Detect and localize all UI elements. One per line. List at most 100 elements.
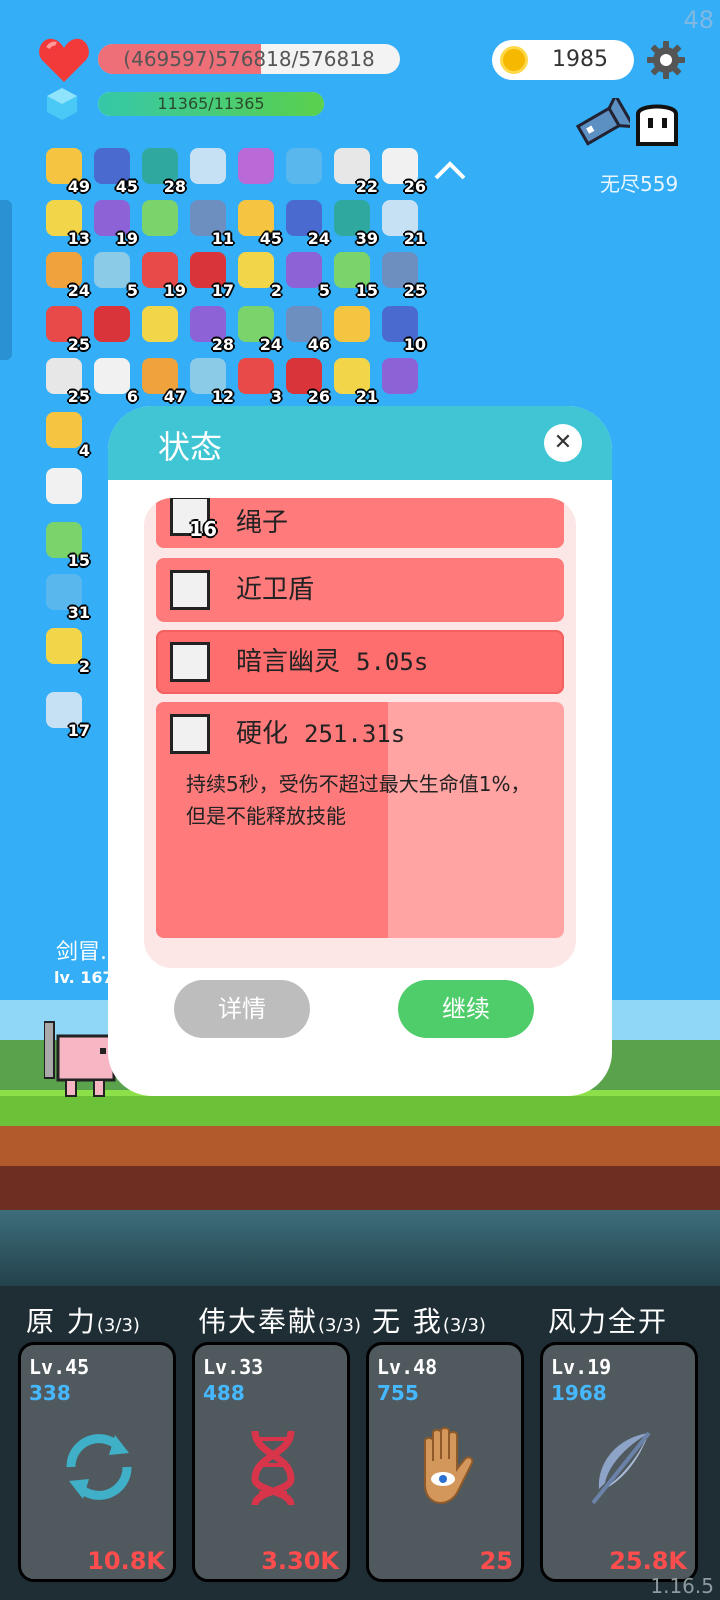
buff-slot[interactable]: 10 [378, 304, 426, 354]
buff-slot[interactable] [282, 146, 326, 190]
skill-mana: 338 [29, 1381, 71, 1405]
buff-count: 45 [115, 177, 138, 196]
gear-icon[interactable] [646, 40, 686, 80]
buff-slot[interactable]: 46 [282, 304, 330, 354]
buff-count: 26 [403, 177, 426, 196]
buff-slot[interactable]: 3 [234, 356, 282, 406]
buff-slot[interactable]: 26 [378, 146, 426, 196]
buff-count: 26 [307, 387, 330, 406]
skill-name: 伟大奉献 [198, 1305, 319, 1338]
status-row-shadow-ghost[interactable]: 暗言幽灵 5.05s [156, 630, 564, 694]
skill-uses: (3/3) [442, 1315, 486, 1336]
buff-count: 24 [307, 229, 330, 248]
buff-slot[interactable]: 21 [330, 356, 378, 406]
buff-slot[interactable]: 45 [90, 146, 138, 196]
modal-header: 状态 ✕ [108, 406, 612, 480]
buff-count: 21 [403, 229, 426, 248]
skill-title-3: 无 我(3/3) [372, 1300, 486, 1340]
buff-slot[interactable]: 2 [234, 250, 282, 300]
buff-slot[interactable]: 19 [138, 250, 186, 300]
buff-slot[interactable]: 4 [42, 410, 90, 460]
skill-cost: 10.8K [87, 1547, 165, 1575]
skill-card-windforce[interactable]: Lv.19 1968 25.8K [540, 1342, 698, 1582]
skill-card-devotion[interactable]: Lv.33 488 3.30K [192, 1342, 350, 1582]
buff-slot[interactable]: 12 [186, 356, 234, 406]
buff-icon [286, 148, 322, 184]
skill-card-force[interactable]: Lv.45 338 10.8K [18, 1342, 176, 1582]
buff-slot[interactable]: 6 [90, 356, 138, 406]
buff-slot[interactable]: 11 [186, 198, 234, 248]
status-description: 持续5秒，受伤不超过最大生命值1%，但是不能释放技能 [186, 772, 531, 828]
buff-slot[interactable]: 24 [282, 198, 330, 248]
buff-slot[interactable]: 15 [42, 520, 90, 570]
shield-icon [170, 570, 210, 610]
buff-count: 28 [211, 335, 234, 354]
buff-slot[interactable]: 17 [42, 690, 90, 740]
buff-slot[interactable] [90, 304, 134, 348]
player-level: lv. 167 [54, 968, 114, 987]
buff-slot[interactable]: 45 [234, 198, 282, 248]
ground-dirt-dark [0, 1166, 720, 1214]
buff-slot[interactable]: 2 [42, 626, 90, 676]
shield-icon [170, 642, 210, 682]
buff-slot[interactable]: 28 [186, 304, 234, 354]
skill-title-1: 原 力(3/3) [26, 1300, 140, 1340]
buff-slot[interactable]: 19 [90, 198, 138, 248]
status-row-rope[interactable]: 16 绳子 [156, 498, 564, 548]
buff-slot[interactable]: 28 [138, 146, 186, 196]
buff-slot[interactable]: 24 [234, 304, 282, 354]
buff-slot[interactable]: 21 [378, 198, 426, 248]
status-row-guard-shield[interactable]: 近卫盾 [156, 558, 564, 622]
buff-icon [94, 306, 130, 342]
ghost-icon[interactable] [632, 100, 682, 148]
buff-slot[interactable]: 25 [42, 304, 90, 354]
buff-slot[interactable] [378, 356, 422, 400]
mana-bar: 11365/11365 [98, 92, 324, 116]
buff-count: 5 [126, 281, 138, 300]
buff-icon [334, 306, 370, 342]
buff-slot[interactable]: 13 [42, 198, 90, 248]
buff-count: 17 [67, 721, 90, 740]
buff-slot[interactable] [138, 198, 182, 242]
buff-slot[interactable]: 25 [42, 356, 90, 406]
buff-slot[interactable] [234, 146, 278, 190]
buff-icon [238, 358, 274, 394]
buff-slot[interactable]: 26 [282, 356, 330, 406]
details-button[interactable]: 详情 [174, 980, 310, 1038]
buff-slot[interactable] [138, 304, 182, 348]
cycle-icon [66, 1434, 132, 1500]
buff-slot[interactable] [186, 146, 230, 190]
buff-slot[interactable]: 15 [330, 250, 378, 300]
mana-text: 11365/11365 [157, 94, 265, 113]
buff-slot[interactable]: 5 [282, 250, 330, 300]
fish-icon[interactable] [574, 98, 630, 150]
buff-slot[interactable]: 24 [42, 250, 90, 300]
buff-slot[interactable]: 22 [330, 146, 378, 196]
status-list[interactable]: 16 绳子 近卫盾 暗言幽灵 5.05s 硬化 251.31s 持续5秒，受伤不超过… [144, 498, 576, 968]
skill-cost: 3.30K [261, 1547, 339, 1575]
buff-slot[interactable] [330, 304, 374, 348]
buff-slot[interactable] [42, 466, 86, 510]
buff-slot[interactable]: 47 [138, 356, 186, 406]
buff-slot[interactable]: 5 [90, 250, 138, 300]
coin-counter[interactable]: 1985 [492, 40, 634, 80]
buff-count: 4 [78, 441, 90, 460]
status-name: 近卫盾 [236, 575, 315, 605]
continue-button[interactable]: 继续 [398, 980, 534, 1038]
skill-uses: (3/3) [96, 1315, 140, 1336]
close-button[interactable]: ✕ [544, 424, 582, 462]
buff-slot[interactable]: 49 [42, 146, 90, 196]
chevron-up-icon[interactable] [432, 158, 468, 182]
buff-slot[interactable]: 31 [42, 572, 90, 622]
side-drawer-tab[interactable] [0, 200, 12, 360]
skill-level: Lv.45 [29, 1355, 90, 1379]
buff-slot[interactable]: 17 [186, 250, 234, 300]
buff-slot[interactable]: 25 [378, 250, 426, 300]
skill-card-selfless[interactable]: Lv.48 755 25 [366, 1342, 524, 1582]
buff-count: 28 [163, 177, 186, 196]
status-row-harden[interactable]: 硬化 251.31s 持续5秒，受伤不超过最大生命值1%，但是不能释放技能 [156, 702, 564, 938]
endless-level: 无尽559 [600, 172, 679, 196]
hp-bar: (469597)576818/576818 [98, 44, 400, 74]
coin-icon [500, 46, 528, 74]
buff-slot[interactable]: 39 [330, 198, 378, 248]
